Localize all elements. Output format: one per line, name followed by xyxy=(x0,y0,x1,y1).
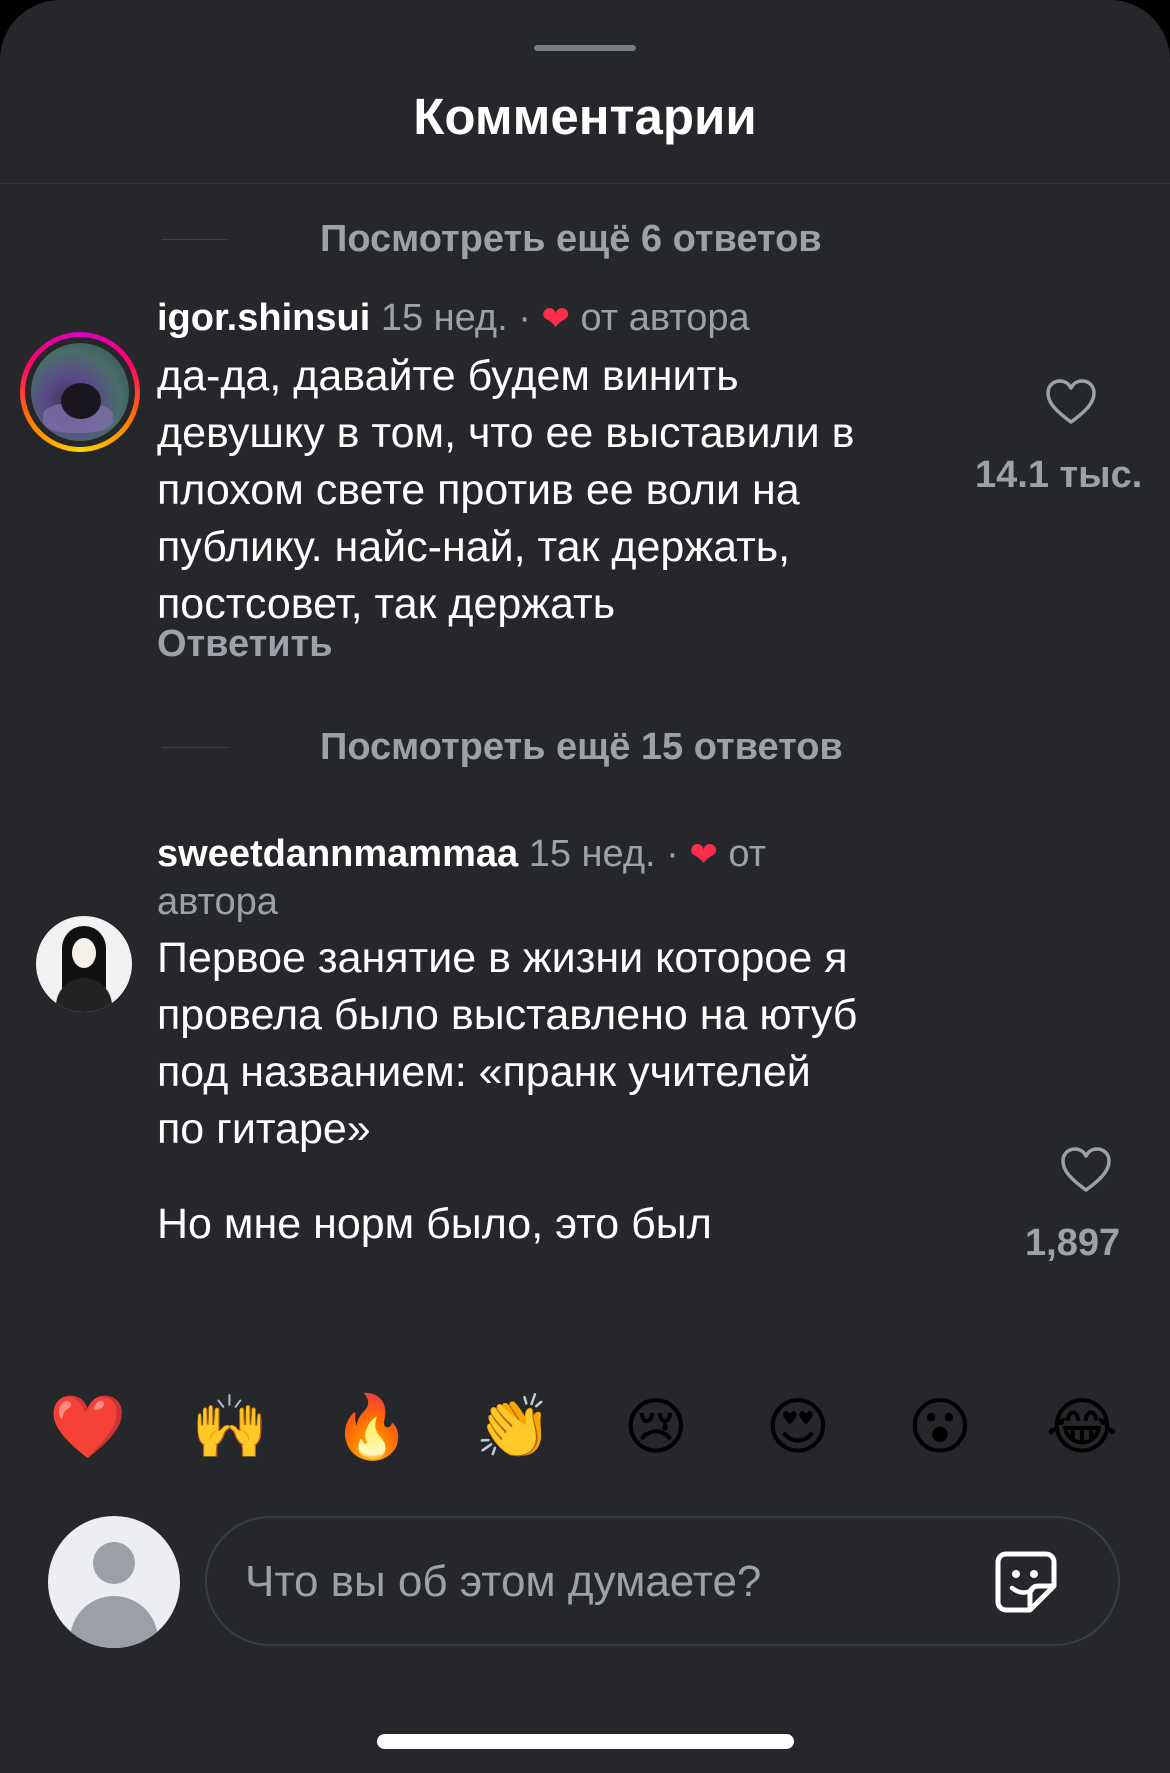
comment-username[interactable]: sweetdannmammaa xyxy=(157,833,518,875)
sticker-icon[interactable] xyxy=(992,1548,1060,1616)
comments-list[interactable]: Посмотреть ещё 6 ответов igor.shinsui 15… xyxy=(0,184,1170,1336)
reply-button[interactable]: Ответить xyxy=(157,620,333,668)
replies-line xyxy=(162,238,228,240)
comment-input-placeholder[interactable]: Что вы об этом думаете? xyxy=(245,1554,761,1610)
emoji-surprised[interactable]: 😮 xyxy=(895,1388,985,1468)
emoji-raised-hands[interactable]: 🙌 xyxy=(185,1388,275,1468)
comment-meta: igor.shinsui 15 нед. · ❤ от автора xyxy=(157,294,750,343)
view-more-replies-mid[interactable]: Посмотреть ещё 15 ответов xyxy=(162,724,843,770)
author-like-label: от xyxy=(728,833,767,875)
emoji-laughing[interactable]: 😂 xyxy=(1037,1388,1127,1468)
heart-outline-icon[interactable] xyxy=(1045,378,1097,426)
avatar-sweetdannmammaa[interactable] xyxy=(36,916,132,1012)
author-like-label-wrap: автора xyxy=(157,881,278,923)
comment-input[interactable]: Что вы об этом думаете? xyxy=(205,1516,1120,1646)
emoji-fire[interactable]: 🔥 xyxy=(327,1388,417,1468)
emoji-quick-bar: ❤️ 🙌 🔥 👏 😢 😍 😮 😂 xyxy=(0,1388,1170,1468)
comment-username[interactable]: igor.shinsui xyxy=(157,297,370,339)
meta-separator: · xyxy=(666,833,679,875)
comment-text-continued: Но мне норм было, это был xyxy=(157,1200,712,1248)
heart-filled-icon: ❤ xyxy=(689,836,718,874)
author-like-label: от автора xyxy=(580,297,750,339)
emoji-clap[interactable]: 👏 xyxy=(469,1388,559,1468)
comments-sheet: Комментарии Посмотреть ещё 6 ответов igo… xyxy=(0,0,1170,1773)
avatar-igor-shinsui[interactable] xyxy=(20,332,140,452)
emoji-heart-eyes[interactable]: 😍 xyxy=(753,1388,843,1468)
like-count: 1,897 xyxy=(1025,1222,1121,1264)
meta-separator: · xyxy=(518,297,531,339)
page-title: Комментарии xyxy=(413,88,757,145)
emoji-heart[interactable]: ❤️ xyxy=(43,1388,133,1468)
comment-meta: sweetdannmammaa 15 нед. · ❤ от xyxy=(157,830,766,879)
view-more-replies-top[interactable]: Посмотреть ещё 6 ответов xyxy=(162,216,822,262)
heart-filled-icon: ❤ xyxy=(541,300,570,338)
replies-line xyxy=(162,746,228,748)
comment-text: да-да, давайте будем винить девушку в то… xyxy=(157,352,855,628)
current-user-avatar xyxy=(48,1516,180,1648)
comment-time: 15 нед. xyxy=(380,297,508,339)
view-more-replies-label[interactable]: Посмотреть ещё 6 ответов xyxy=(320,218,822,261)
comment-time: 15 нед. xyxy=(528,833,656,875)
sheet-grabber[interactable] xyxy=(534,45,636,51)
comment-text: Первое занятие в жизни которое я провела… xyxy=(157,934,858,1153)
heart-outline-icon[interactable] xyxy=(1060,1146,1112,1194)
like-count: 14.1 тыс. xyxy=(975,454,1143,496)
comment-meta-wrap: автора xyxy=(157,878,278,926)
home-indicator xyxy=(377,1734,794,1749)
view-more-replies-label[interactable]: Посмотреть ещё 15 ответов xyxy=(320,726,843,769)
emoji-crying[interactable]: 😢 xyxy=(611,1388,701,1468)
